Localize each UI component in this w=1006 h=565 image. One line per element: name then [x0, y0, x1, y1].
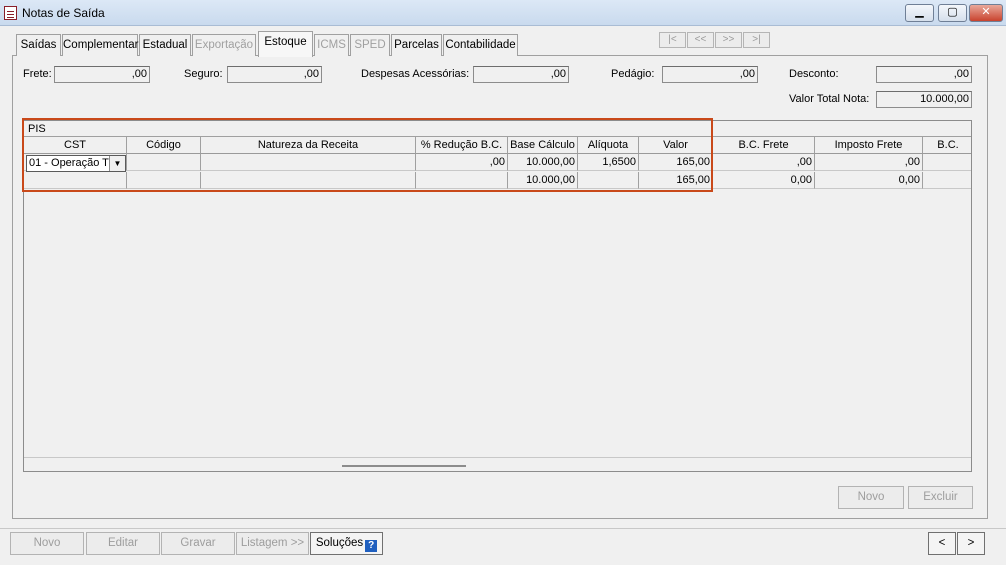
help-icon: ?	[365, 540, 378, 552]
desconto-field[interactable]: ,00	[876, 66, 972, 83]
cell-natureza[interactable]	[201, 154, 416, 171]
frete-field[interactable]: ,00	[54, 66, 150, 83]
tab-complementar[interactable]: Complementar	[62, 34, 138, 56]
seguro-field[interactable]: ,00	[227, 66, 322, 83]
grid-novo-button[interactable]: Novo	[838, 486, 904, 509]
totals-bc	[923, 172, 971, 189]
col-header-codigo: Código	[127, 137, 201, 154]
totals-base: 10.000,00	[508, 172, 578, 189]
totals-codigo	[127, 172, 201, 189]
cell-reducao[interactable]: ,00	[416, 154, 508, 171]
col-header-cst: CST	[24, 137, 127, 154]
tab-estoque[interactable]: Estoque	[258, 31, 313, 57]
novo-button[interactable]: Novo	[10, 532, 84, 555]
despesas-label: Despesas Acessórias:	[361, 68, 470, 80]
tab-icms[interactable]: ICMS	[314, 34, 349, 56]
cst-value: 01 - Operação T	[29, 157, 109, 169]
chevron-down-icon[interactable]: ▼	[109, 156, 125, 171]
col-header-natureza: Natureza da Receita	[201, 137, 416, 154]
despesas-field[interactable]: ,00	[473, 66, 569, 83]
col-header-valor: Valor	[639, 137, 713, 154]
tab-contabilidade[interactable]: Contabilidade	[443, 34, 518, 56]
editar-button[interactable]: Editar	[86, 532, 160, 555]
totals-valor: 165,00	[639, 172, 713, 189]
col-header-base: Base Cálculo	[508, 137, 578, 154]
minimize-icon: ▁	[915, 6, 924, 18]
totals-cst	[24, 172, 127, 189]
tab-parcelas[interactable]: Parcelas	[391, 34, 442, 56]
cell-imposto-frete[interactable]: ,00	[815, 154, 923, 171]
pis-title: PIS	[28, 123, 46, 135]
tab-exportacao[interactable]: Exportação	[192, 34, 256, 56]
gravar-button[interactable]: Gravar	[161, 532, 235, 555]
nav-prev-button[interactable]: <<	[687, 32, 714, 48]
desconto-label: Desconto:	[789, 68, 839, 80]
col-header-bc: B.C.	[923, 137, 971, 154]
cell-bc-frete[interactable]: ,00	[713, 154, 815, 171]
pedagio-label: Pedágio:	[611, 68, 655, 80]
totals-reducao	[416, 172, 508, 189]
listagem-button[interactable]: Listagem >>	[236, 532, 309, 555]
seguro-label: Seguro:	[184, 68, 223, 80]
tab-sped[interactable]: SPED	[350, 34, 390, 56]
solucoes-button[interactable]: Soluções?	[310, 532, 383, 555]
totals-aliquota	[578, 172, 639, 189]
maximize-button[interactable]: ▢	[938, 4, 967, 22]
cell-base[interactable]: 10.000,00	[508, 154, 578, 171]
close-icon: ✕	[981, 6, 991, 18]
window-title: Notas de Saída	[22, 6, 105, 20]
nav-next-button[interactable]: >>	[715, 32, 742, 48]
minimize-button[interactable]: ▁	[905, 4, 934, 22]
tab-estadual[interactable]: Estadual	[139, 34, 191, 56]
totals-imposto-frete: 0,00	[815, 172, 923, 189]
tab-saidas[interactable]: Saídas	[16, 34, 61, 56]
col-header-reducao: % Redução B.C.	[416, 137, 508, 154]
pis-grid: PIS CST Código Natureza da Receita % Red…	[23, 120, 972, 472]
prev-page-button[interactable]: <	[928, 532, 956, 555]
cell-valor[interactable]: 165,00	[639, 154, 713, 171]
nav-last-button[interactable]: >|	[743, 32, 770, 48]
nav-first-button[interactable]: |<	[659, 32, 686, 48]
grid-excluir-button[interactable]: Excluir	[908, 486, 973, 509]
totals-bc-frete: 0,00	[713, 172, 815, 189]
totals-natureza	[201, 172, 416, 189]
horizontal-scrollbar[interactable]	[342, 465, 466, 467]
cell-aliquota[interactable]: 1,6500	[578, 154, 639, 171]
solucoes-label: Soluções	[315, 537, 364, 549]
cell-bc[interactable]	[923, 154, 971, 171]
maximize-icon: ▢	[947, 6, 958, 18]
next-page-button[interactable]: >	[957, 532, 985, 555]
col-header-aliquota: Alíquota	[578, 137, 639, 154]
col-header-bc-frete: B.C. Frete	[713, 137, 815, 154]
cell-codigo[interactable]	[127, 154, 201, 171]
document-icon	[4, 6, 17, 20]
frete-label: Frete:	[23, 68, 52, 80]
cst-select[interactable]: 01 - Operação T ▼	[26, 155, 126, 172]
valor-total-field: 10.000,00	[876, 91, 972, 108]
pedagio-field[interactable]: ,00	[662, 66, 758, 83]
title-bar: Notas de Saída ▁ ▢ ✕	[0, 0, 1006, 26]
close-button[interactable]: ✕	[969, 4, 1003, 22]
valor-total-label: Valor Total Nota:	[789, 93, 870, 105]
col-header-imposto-frete: Imposto Frete	[815, 137, 923, 154]
